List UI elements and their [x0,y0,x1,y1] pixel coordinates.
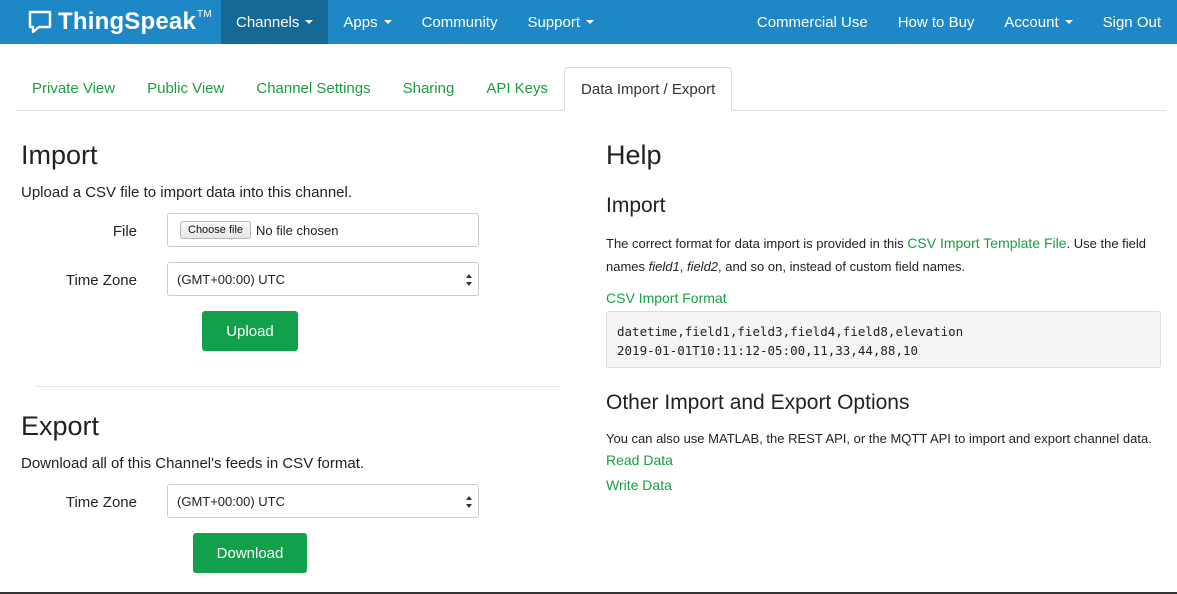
help-title: Help [606,140,662,170]
nav-commercial-use[interactable]: Commercial Use [742,0,883,44]
read-data-link[interactable]: Read Data [606,452,673,468]
brand-name: ThingSpeak [58,8,197,35]
field1-name: field1 [648,259,680,274]
nav-community-label: Community [421,13,498,31]
nav-sign-out-label: Sign Out [1102,13,1161,31]
code-line-example: 2019-01-01T10:11:12-05:00,11,33,44,88,10 [617,343,919,358]
tab-data-import-export[interactable]: Data Import / Export [564,67,733,111]
nav-account-label: Account [1004,13,1059,31]
nav-community[interactable]: Community [407,0,513,44]
csv-format-code: datetime,field1,field3,field4,field8,ele… [606,311,1161,368]
caret-down-icon [1064,20,1073,24]
nav-right: Commercial Use How to Buy Account Sign O… [742,0,1177,44]
channel-tabs: Private View Public View Channel Setting… [16,67,1166,111]
upload-button[interactable]: Upload [202,311,298,351]
nav-sign-out[interactable]: Sign Out [1088,0,1177,44]
help-import-text-3: , and so on, instead of custom field nam… [718,259,966,274]
nav-account[interactable]: Account [989,0,1087,44]
nav-apps[interactable]: Apps [328,0,406,44]
nav-apps-label: Apps [343,13,378,31]
caret-down-icon [383,20,392,24]
export-timezone-value: (GMT+00:00) UTC [177,493,285,509]
caret-down-icon [586,20,594,24]
nav-how-to-buy[interactable]: How to Buy [883,0,990,44]
import-timezone-label: Time Zone [65,272,137,289]
tab-api-keys[interactable]: API Keys [470,67,564,110]
tab-private-view[interactable]: Private View [16,67,131,110]
select-arrows-icon [466,496,472,508]
code-line-header: datetime,field1,field3,field4,field8,ele… [617,324,964,339]
export-title: Export [21,411,100,441]
field2-name: field2 [686,259,719,274]
brand-logo[interactable]: ThingSpeak TM [0,0,221,44]
csv-template-link[interactable]: CSV Import Template File [907,235,1066,251]
help-comma: , [679,259,687,274]
nav-channels-label: Channels [236,13,300,31]
tab-public-view[interactable]: Public View [131,67,240,110]
export-description: Download all of this Channel's feeds in … [21,455,365,472]
other-options-text: You can also use MATLAB, the REST API, o… [606,431,1152,446]
section-divider [36,386,560,387]
nav-how-to-buy-label: How to Buy [897,13,975,31]
export-timezone-select[interactable]: (GMT+00:00) UTC [167,484,479,518]
help-import-title: Import [606,194,666,217]
file-status: No file chosen [256,222,339,238]
help-import-text: The correct format for data import is pr… [606,232,1161,278]
speech-bubble-icon [28,10,52,34]
nav-support[interactable]: Support [512,0,609,44]
csv-import-format-link[interactable]: CSV Import Format [606,290,727,306]
nav-support-label: Support [527,13,580,31]
choose-file-button[interactable]: Choose file [180,221,252,239]
import-timezone-select[interactable]: (GMT+00:00) UTC [167,262,479,296]
trademark: TM [197,8,212,20]
tab-channel-settings[interactable]: Channel Settings [240,67,386,110]
top-navbar: ThingSpeak TM Channels Apps Community Sup… [0,0,1177,44]
export-timezone-label: Time Zone [65,494,137,511]
import-timezone-value: (GMT+00:00) UTC [177,271,285,287]
select-arrows-icon [466,274,472,286]
file-input[interactable]: Choose file No file chosen [167,213,479,247]
caret-down-icon [305,20,314,24]
tab-sharing[interactable]: Sharing [387,67,471,110]
import-title: Import [21,140,98,170]
nav-channels[interactable]: Channels [221,0,329,44]
help-import-text-1: The correct format for data import is pr… [606,236,908,251]
write-data-link[interactable]: Write Data [606,477,672,493]
other-options-title: Other Import and Export Options [606,391,910,414]
download-button[interactable]: Download [193,533,307,573]
import-description: Upload a CSV file to import data into th… [21,184,353,201]
nav-commercial-use-label: Commercial Use [756,13,868,31]
file-label: File [112,223,137,240]
